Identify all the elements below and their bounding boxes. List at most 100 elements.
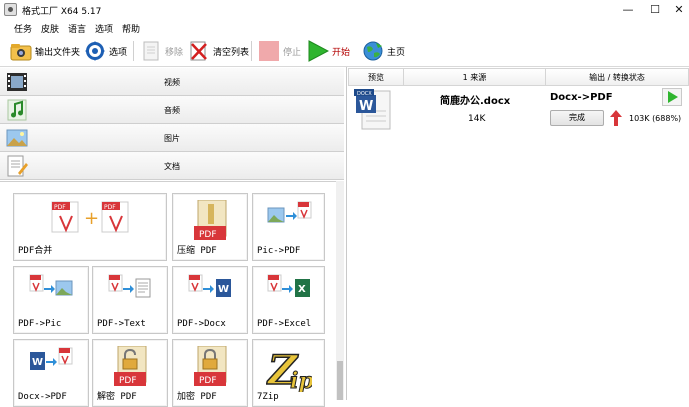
remove-button[interactable]: 移除 — [140, 39, 183, 63]
tile-label: PDF->Docx — [177, 319, 226, 329]
tile-decrypt-pdf[interactable]: PDF 解密 PDF — [92, 339, 168, 407]
globe-icon — [362, 40, 384, 62]
pdf-to-text-icon — [107, 273, 153, 312]
svg-text:PDF: PDF — [104, 204, 116, 211]
home-button[interactable]: 主页 — [362, 39, 405, 63]
category-picture[interactable]: 图片 — [0, 124, 344, 152]
toolbar: 输出文件夹 选项 移除 清空列表 停止 开始 主页 — [0, 36, 689, 67]
app-icon — [4, 3, 17, 16]
tile-pdf-to-excel[interactable]: X PDF->Excel — [252, 266, 325, 334]
word-document-icon: W DOCX — [354, 89, 394, 133]
task-play-button[interactable] — [662, 88, 682, 106]
column-source[interactable]: 1 来源 — [404, 68, 546, 86]
maximize-button[interactable]: ☐ — [644, 2, 666, 18]
tile-label: PDF->Excel — [257, 319, 312, 329]
tile-label: 7Zip — [257, 392, 279, 402]
decrypt-pdf-icon: PDF — [110, 345, 150, 393]
document-tools-grid: PDF + PDF PDF合并 PDF 压缩 PDF Pic->PDF PDF->P… — [0, 181, 343, 407]
category-document-label: 文档 — [164, 162, 180, 171]
stop-label: 停止 — [283, 47, 302, 58]
window-title: 格式工厂 X64 5.17 — [22, 7, 102, 17]
menu-options[interactable]: 选项 — [95, 22, 113, 35]
play-icon — [307, 40, 330, 62]
task-output-size: 103K (688%) — [629, 114, 681, 123]
tile-label: PDF->Pic — [18, 319, 62, 329]
title-bar: 格式工厂 X64 5.17 — ☐ ✕ — [0, 0, 689, 20]
tile-pdf-to-pic[interactable]: PDF->Pic — [13, 266, 89, 334]
compress-pdf-icon: PDF — [190, 199, 230, 247]
docx-to-pdf-icon: W — [28, 346, 74, 385]
tile-pdf-merge[interactable]: PDF + PDF PDF合并 — [13, 193, 167, 261]
gear-icon — [84, 40, 106, 62]
home-label: 主页 — [387, 47, 406, 58]
pdf-to-docx-icon: W — [187, 273, 233, 312]
remove-label: 移除 — [165, 47, 184, 58]
pdf-to-pic-icon — [28, 273, 74, 312]
start-label: 开始 — [332, 47, 351, 58]
output-folder-label: 输出文件夹 — [35, 47, 81, 58]
scrollbar-thumb[interactable] — [337, 361, 343, 400]
close-button[interactable]: ✕ — [668, 2, 689, 18]
task-done-button[interactable]: 完成 — [550, 110, 604, 126]
task-conversion-type: Docx->PDF — [550, 92, 613, 103]
task-list-panel: 预览 1 来源 输出 / 转换状态 W DOCX 简鹿办公.docx 14K Do… — [348, 67, 689, 400]
tile-docx-to-pdf[interactable]: W Docx->PDF — [13, 339, 89, 407]
start-button[interactable]: 开始 — [307, 39, 350, 63]
category-video[interactable]: 视频 — [0, 68, 344, 96]
tile-pdf-to-docx[interactable]: W PDF->Docx — [172, 266, 248, 334]
svg-text:PDF: PDF — [199, 230, 217, 240]
folder-icon — [10, 40, 32, 62]
menu-skin[interactable]: 皮肤 — [41, 22, 59, 35]
category-audio-label: 音频 — [164, 106, 180, 115]
svg-text:X: X — [298, 284, 306, 295]
menu-language[interactable]: 语言 — [68, 22, 86, 35]
tile-label: PDF合并 — [18, 246, 53, 256]
size-increase-arrow-icon — [610, 110, 622, 126]
tile-pdf-to-text[interactable]: PDF->Text — [92, 266, 168, 334]
clear-list-icon — [188, 40, 210, 62]
tile-label: 压缩 PDF — [177, 246, 217, 256]
column-preview[interactable]: 预览 — [348, 68, 404, 86]
tile-label: PDF->Text — [97, 319, 146, 329]
svg-text:DOCX: DOCX — [357, 91, 372, 97]
category-video-label: 视频 — [164, 78, 180, 87]
menu-bar: 任务 皮肤 语言 选项 帮助 — [0, 20, 689, 36]
tile-compress-pdf[interactable]: PDF 压缩 PDF — [172, 193, 248, 261]
category-picture-label: 图片 — [164, 134, 180, 143]
tile-7zip[interactable]: Zip 7Zip — [252, 339, 325, 407]
menu-help[interactable]: 帮助 — [122, 22, 140, 35]
menu-task[interactable]: 任务 — [14, 22, 32, 35]
tools-scrollbar[interactable] — [336, 181, 344, 400]
tile-encrypt-pdf[interactable]: PDF 加密 PDF — [172, 339, 248, 407]
pic-to-pdf-icon — [266, 200, 312, 239]
svg-text:PDF: PDF — [54, 204, 66, 211]
output-size-value: 103K — [629, 114, 650, 123]
remove-file-icon — [140, 40, 162, 62]
svg-text:+: + — [84, 208, 99, 229]
stop-button[interactable]: 停止 — [258, 39, 301, 63]
category-document[interactable]: 文档 — [0, 152, 344, 180]
output-size-ratio: (688%) — [652, 114, 682, 123]
tile-label: Docx->PDF — [18, 392, 67, 402]
options-button[interactable]: 选项 — [84, 39, 127, 63]
category-audio[interactable]: 音频 — [0, 96, 344, 124]
tile-label: Pic->PDF — [257, 246, 301, 256]
category-panel: 视频 音频 图片 文档 PDF + PDF PDF合并 PDF 压缩 PDF P… — [0, 67, 347, 407]
pdf-to-excel-icon: X — [266, 273, 312, 312]
clear-list-label: 清空列表 — [213, 47, 250, 58]
svg-text:W: W — [359, 99, 373, 114]
tile-pic-to-pdf[interactable]: Pic->PDF — [252, 193, 325, 261]
toolbar-separator — [251, 41, 252, 61]
svg-text:W: W — [32, 357, 43, 368]
tile-label: 加密 PDF — [177, 392, 217, 402]
7zip-icon: Zip — [265, 346, 315, 395]
svg-text:W: W — [218, 284, 229, 295]
clear-list-button[interactable]: 清空列表 — [188, 39, 249, 63]
play-icon — [668, 91, 678, 103]
column-output-status[interactable]: 输出 / 转换状态 — [546, 68, 689, 86]
output-folder-button[interactable]: 输出文件夹 — [10, 39, 80, 63]
minimize-button[interactable]: — — [617, 2, 639, 18]
svg-text:PDF: PDF — [119, 376, 137, 386]
task-source-size: 14K — [468, 114, 486, 124]
task-row[interactable]: W DOCX 简鹿办公.docx 14K Docx->PDF 完成 103K (6… — [348, 86, 689, 132]
